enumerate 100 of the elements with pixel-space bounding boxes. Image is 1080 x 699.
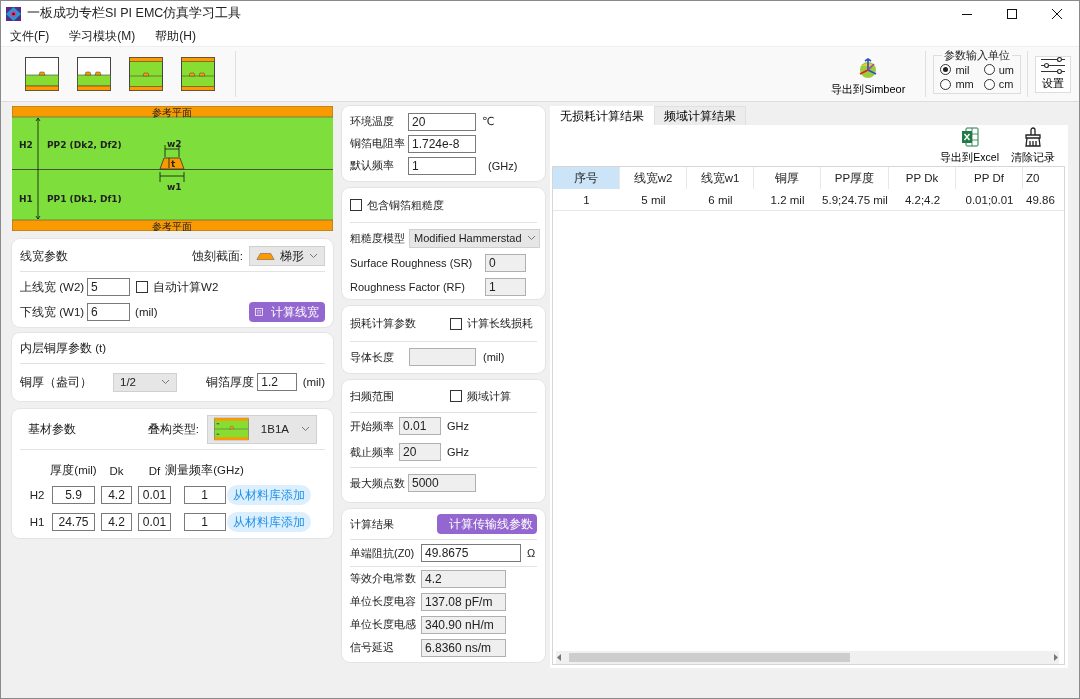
unit-label: (mil) (483, 351, 505, 363)
calculate-button[interactable]: 计算线宽 (249, 302, 325, 322)
field-label: 信号延迟 (350, 640, 395, 655)
close-icon (1051, 8, 1062, 19)
radio-label: mm (955, 78, 974, 91)
field-label: 默认频率 (350, 158, 395, 173)
input-field[interactable]: 0.01 (138, 486, 171, 504)
unit-label: GHz (447, 446, 469, 458)
input-field[interactable]: 6 (87, 303, 131, 321)
field-label: 粗糙度模型 (350, 230, 406, 246)
dropdown[interactable]: Modified Hammerstad (409, 228, 540, 248)
stackup-button[interactable] (77, 57, 111, 91)
field-label: 叠构类型: (147, 421, 199, 437)
radio-button[interactable] (940, 64, 952, 76)
field-label: 单位长度电感 (350, 617, 417, 632)
layer-height-label: H1 (19, 194, 33, 204)
unit-label: GHz (447, 420, 469, 432)
column-header: Dk (109, 464, 124, 477)
layer-height-label: H2 (19, 140, 33, 150)
stackup-button[interactable] (25, 57, 59, 91)
input-field[interactable]: 1.2 (257, 373, 297, 391)
checkbox[interactable] (450, 390, 462, 402)
field-label: Roughness Factor (RF) (350, 281, 466, 293)
stackup-button[interactable] (129, 57, 163, 91)
checkbox-label: 包含铜箔粗糙度 (367, 197, 444, 213)
section-title: 线宽参数 (20, 248, 68, 264)
input-field[interactable]: 1 (408, 156, 476, 175)
menu-item[interactable]: 文件(F) (5, 27, 55, 45)
settings-button[interactable]: 设置 (1035, 55, 1071, 93)
column-header: Df (148, 464, 161, 477)
row-label: H2 (29, 489, 45, 501)
calculate-button[interactable]: 计算传输线参数 (437, 514, 537, 534)
app-icon (6, 6, 21, 21)
layer-label: PP1 (Dk1, Df1) (47, 194, 122, 204)
radio-button[interactable] (983, 78, 995, 90)
section-title: 基材参数 (28, 421, 76, 437)
calculator-icon (255, 305, 263, 319)
dropdown[interactable]: 梯形 (249, 246, 325, 266)
field-label: 单端阻抗(Z0) (350, 545, 416, 561)
input-field[interactable]: 4.2 (101, 486, 132, 504)
scroll-right-icon[interactable] (1052, 654, 1059, 661)
section-title: 损耗计算参数 (350, 316, 417, 331)
dropdown[interactable]: 1/2 (113, 372, 177, 392)
table-cell-text: 49.86 (1025, 192, 1056, 208)
field-label: 最大频点数 (350, 475, 405, 491)
checkbox-label: 自动计算W2 (153, 279, 219, 295)
input-field[interactable]: 0.01 (138, 513, 171, 531)
group-title: 参数输入单位 (943, 48, 1012, 63)
table-cell-text: 4.2;4.2 (903, 192, 942, 208)
horizontal-scrollbar[interactable] (556, 651, 1059, 664)
section-title: 扫频范围 (350, 388, 395, 404)
column-header: 测量频率(GHz) (165, 463, 244, 478)
input-field[interactable]: 1 (183, 513, 226, 531)
input-field[interactable]: 1 (183, 486, 226, 504)
input-field[interactable]: 1.724e-8 (408, 134, 476, 153)
scroll-left-icon[interactable] (556, 654, 563, 661)
layer-label: PP2 (Dk2, Df2) (47, 140, 122, 150)
unit-label: ℃ (482, 115, 495, 128)
dropdown[interactable]: 1B1A (207, 414, 317, 444)
checkbox[interactable] (450, 317, 462, 330)
trapezoid-icon (256, 251, 275, 261)
checkbox-label: 计算长线损耗 (467, 316, 533, 331)
input-field[interactable]: 5 (87, 278, 131, 296)
unit-label: (mil) (302, 376, 325, 388)
field-label: Surface Roughness (SR) (350, 257, 474, 269)
input-field[interactable]: 20 (408, 112, 476, 131)
stackup-icon (77, 57, 111, 91)
brush-icon (1023, 127, 1043, 147)
stackup-icon (214, 416, 249, 442)
tab[interactable]: 频域计算结果 (654, 106, 746, 125)
row-label: H1 (29, 516, 45, 528)
caret-icon (309, 253, 318, 259)
dimension-label: t (171, 159, 176, 169)
checkbox[interactable] (350, 199, 362, 211)
menu-item[interactable]: 帮助(H) (150, 27, 201, 45)
tab[interactable]: 无损耗计算结果 (550, 106, 654, 126)
menu-item[interactable]: 学习模块(M) (64, 27, 141, 45)
field-label: 下线宽 (W1) (20, 304, 85, 320)
input-field[interactable]: 4.2 (101, 513, 132, 531)
table-cell-text: 0.01;0.01 (964, 192, 1015, 208)
checkbox-label: 频域计算 (467, 388, 511, 404)
scrollbar-thumb[interactable] (569, 653, 850, 662)
export-button[interactable]: 导出到Simbeor (831, 57, 906, 97)
radio-button[interactable] (983, 64, 995, 76)
caret-icon (526, 235, 536, 241)
unit-label: Ω (527, 547, 536, 559)
input-field[interactable]: 24.75 (52, 513, 95, 531)
field-label: 铜箔电阻率 (350, 136, 405, 151)
input-field[interactable]: 49.8675 (421, 544, 521, 562)
section-title: 内层铜厚参数 (t) (20, 340, 107, 356)
column-header[interactable]: 序号 (553, 167, 620, 189)
toolbar-button[interactable]: 导出到Excel (940, 125, 999, 166)
input-field[interactable]: 5.9 (52, 486, 95, 504)
checkbox[interactable] (136, 281, 149, 293)
radio-button[interactable] (940, 78, 952, 90)
field-label: 等效介电常数 (350, 571, 417, 586)
stackup-button[interactable] (181, 57, 215, 91)
field-label: 导体长度 (350, 349, 395, 365)
toolbar-button[interactable]: 清除记录 (1011, 125, 1055, 166)
maximize-icon (1006, 8, 1017, 19)
